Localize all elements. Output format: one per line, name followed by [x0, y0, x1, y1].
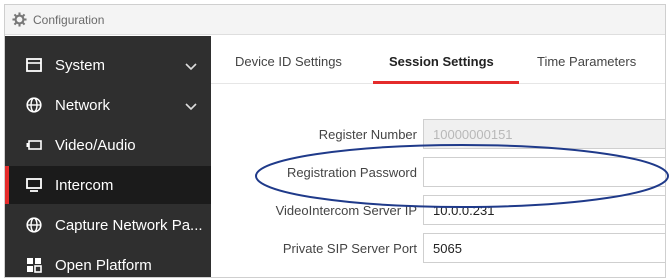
window-title: Configuration [33, 12, 105, 27]
grid-icon [25, 256, 43, 274]
globe-icon [25, 96, 43, 114]
tab-bar: Device ID Settings Session Settings Time… [211, 36, 665, 84]
register-number-row: Register Number [211, 119, 665, 151]
private-sip-server-port-row: Private SIP Server Port [211, 233, 665, 265]
tab-session-settings[interactable]: Session Settings [389, 54, 494, 69]
private-sip-server-port-field[interactable] [423, 233, 665, 263]
register-number-field [423, 119, 665, 149]
title-bar: Configuration [5, 5, 665, 35]
sidebar-item-label: System [55, 56, 106, 74]
camera-icon [25, 136, 43, 154]
chevron-down-icon [185, 58, 197, 75]
screen-icon [25, 176, 43, 194]
sidebar-item-open-platform[interactable]: Open Platform [5, 246, 211, 277]
private-sip-server-port-label: Private SIP Server Port [282, 241, 417, 256]
chevron-down-icon [185, 98, 197, 115]
tab-time-parameters[interactable]: Time Parameters [537, 54, 636, 69]
registration-password-field[interactable] [423, 157, 665, 187]
sidebar-item-label: Video/Audio [55, 136, 136, 154]
globe-icon [25, 216, 43, 234]
videointercom-server-ip-row: VideoIntercom Server IP [211, 195, 665, 227]
sidebar-item-label: Capture Network Pa... [55, 216, 203, 234]
registration-password-row: Registration Password [211, 157, 665, 189]
registration-password-label: Registration Password [286, 165, 417, 180]
sidebar-item-label: Network [55, 96, 111, 114]
sidebar-item-network[interactable]: Network [5, 86, 211, 124]
sidebar: System Network Video/Audio Intercom Capt… [5, 36, 211, 277]
sidebar-item-video-audio[interactable]: Video/Audio [5, 126, 211, 164]
sidebar-item-system[interactable]: System [5, 46, 211, 84]
sidebar-item-label: Open Platform [55, 256, 152, 274]
configuration-window: Configuration System Network Video/Audio… [4, 4, 666, 278]
sidebar-item-capture-network[interactable]: Capture Network Pa... [5, 206, 211, 244]
sidebar-item-label: Intercom [55, 176, 114, 194]
monitor-icon [25, 56, 43, 74]
active-tab-indicator [373, 81, 519, 84]
main-content: Device ID Settings Session Settings Time… [211, 36, 665, 277]
sidebar-item-intercom[interactable]: Intercom [5, 166, 211, 204]
register-number-label: Register Number [318, 127, 417, 142]
gear-icon [11, 12, 27, 28]
videointercom-server-ip-field[interactable] [423, 195, 665, 225]
videointercom-server-ip-label: VideoIntercom Server IP [275, 203, 417, 218]
tab-device-id-settings[interactable]: Device ID Settings [235, 54, 342, 69]
